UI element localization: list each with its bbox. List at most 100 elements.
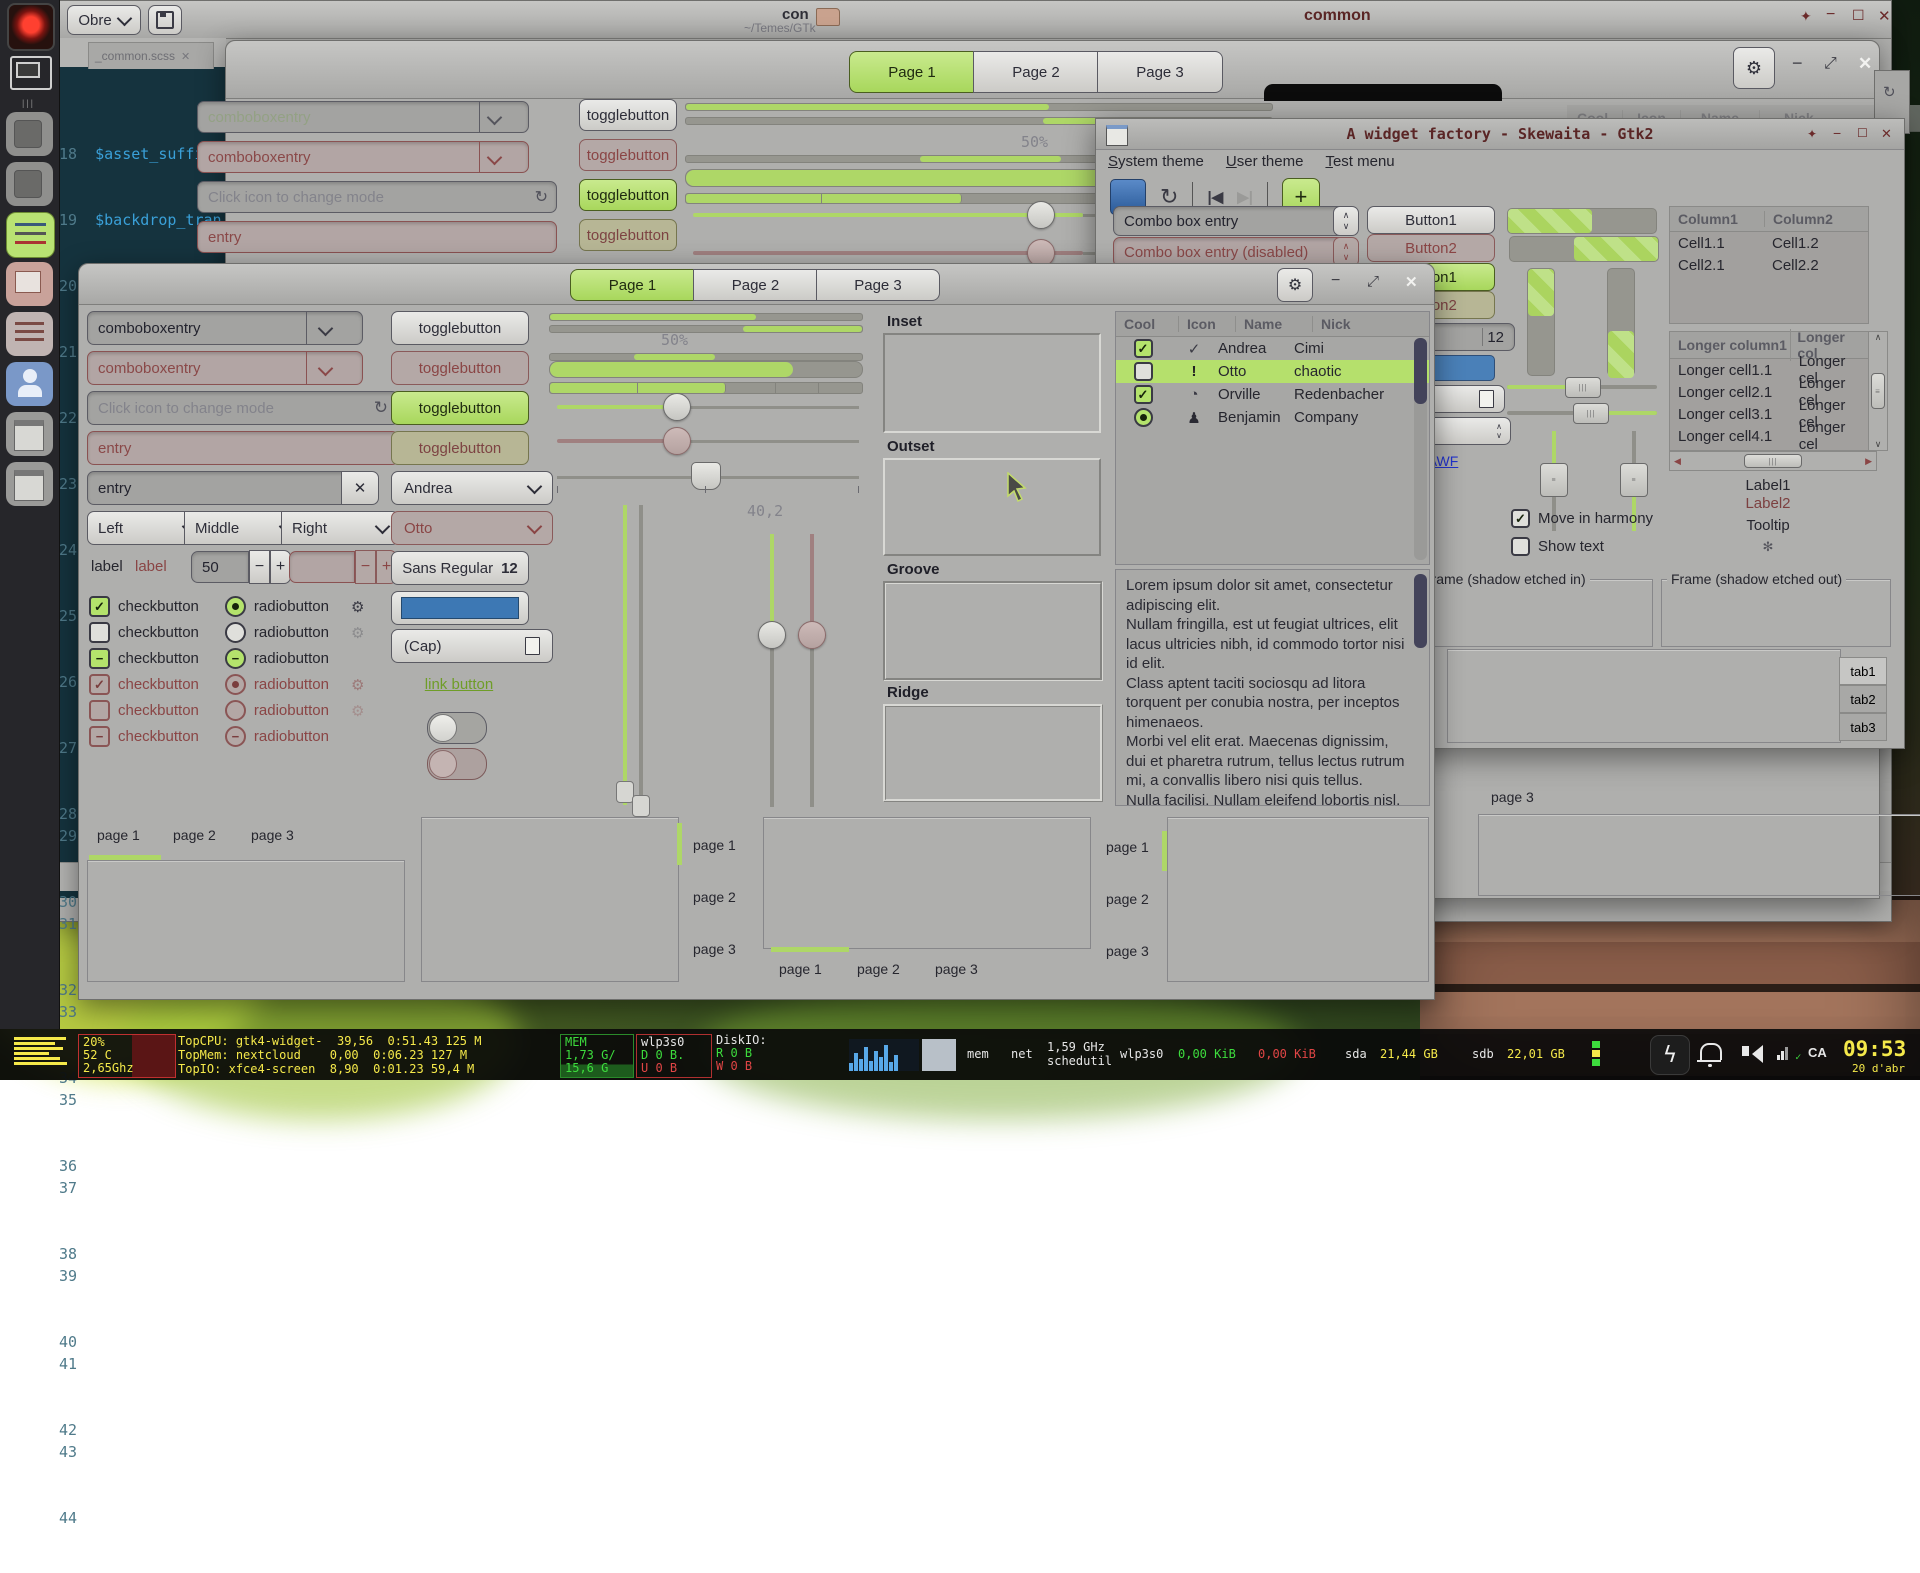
color-button[interactable] bbox=[391, 591, 529, 625]
tab-page1[interactable]: page 1 bbox=[693, 837, 736, 853]
tab-close-icon[interactable]: ✕ bbox=[181, 50, 190, 63]
togglebutton-active[interactable]: togglebutton bbox=[391, 391, 529, 425]
link-button[interactable]: link button bbox=[391, 676, 527, 693]
comboboxentry[interactable]: comboboxentry bbox=[87, 311, 363, 345]
bg-scale-knob[interactable] bbox=[1027, 201, 1055, 229]
tab-page2[interactable]: page 2 bbox=[1106, 891, 1149, 907]
tab-page3[interactable]: page 3 bbox=[251, 827, 294, 843]
mem-graph[interactable] bbox=[922, 1039, 956, 1071]
keyboard-layout[interactable]: CA bbox=[1808, 1045, 1827, 1060]
radiobutton-mixed[interactable]: − bbox=[225, 648, 246, 669]
refresh-icon[interactable]: ↻ bbox=[535, 187, 548, 207]
hal-eye-icon[interactable] bbox=[7, 3, 55, 51]
tree-row[interactable]: ♟ Benjamin Company bbox=[1116, 406, 1429, 429]
dock-list-icon[interactable] bbox=[6, 312, 53, 356]
scroll-down-icon[interactable]: ∨ bbox=[1875, 439, 1882, 450]
bg-gear-button[interactable]: ⚙ bbox=[1733, 47, 1775, 89]
cap-button[interactable]: (Cap) bbox=[391, 629, 553, 663]
gtk2-table2[interactable]: Longer column1Longer col Longer cell1.1L… bbox=[1669, 331, 1869, 451]
network-signal-icon[interactable]: ✓ bbox=[1777, 1047, 1801, 1063]
restore-icon[interactable]: ☐ bbox=[1852, 7, 1865, 24]
dock-handle[interactable]: ||| bbox=[22, 98, 35, 108]
tab-page3[interactable]: page 3 bbox=[935, 961, 978, 977]
front-tab-page2[interactable]: Page 2 bbox=[693, 269, 818, 301]
checkbox-checked-icon[interactable]: ✓ bbox=[1511, 509, 1530, 528]
bell-icon[interactable] bbox=[1700, 1043, 1722, 1060]
bg-close-icon[interactable]: ✕ bbox=[1858, 54, 1872, 74]
bg-tab-page2[interactable]: Page 2 bbox=[973, 51, 1099, 93]
dock-script-icon-2[interactable] bbox=[6, 162, 53, 206]
power-button[interactable]: ϟ bbox=[1650, 1035, 1690, 1075]
bg-maximize-icon[interactable]: ⤢ bbox=[1824, 55, 1837, 73]
gtk2-tab2[interactable]: tab2 bbox=[1839, 685, 1887, 713]
first-icon[interactable]: |◀ bbox=[1207, 188, 1223, 206]
gtk2-hslider1-handle[interactable]: ||| bbox=[1565, 377, 1601, 398]
net-label[interactable]: net bbox=[1011, 1047, 1033, 1061]
menu-user-theme[interactable]: User theme bbox=[1226, 153, 1304, 170]
textview[interactable]: Lorem ipsum dolor sit amet, consectetur … bbox=[1115, 569, 1430, 806]
tree-row[interactable]: ✓ ✓ Andrea Cimi bbox=[1116, 337, 1429, 360]
vscale-round2-knob[interactable] bbox=[798, 621, 826, 649]
scale-knob[interactable] bbox=[663, 393, 691, 421]
tab-page1[interactable]: page 1 bbox=[97, 827, 140, 843]
tab-page3[interactable]: page 3 bbox=[1106, 943, 1149, 959]
combo-andrea[interactable]: Andrea bbox=[391, 471, 553, 505]
switch-off[interactable] bbox=[427, 712, 487, 744]
tab-page1[interactable]: page 1 bbox=[1106, 839, 1149, 855]
save-button[interactable] bbox=[148, 5, 182, 35]
scale3-knob[interactable] bbox=[691, 462, 721, 490]
togglebutton[interactable]: togglebutton bbox=[391, 311, 529, 345]
gtk2-table2-hscrollbar[interactable]: ◀ ||| ▶ bbox=[1669, 451, 1877, 471]
front-maximize-icon[interactable]: ⤢ bbox=[1367, 273, 1379, 290]
volume-icon[interactable] bbox=[1742, 1045, 1763, 1063]
gtk2-restore-icon[interactable]: ☐ bbox=[1857, 126, 1868, 140]
vscale-round1-knob[interactable] bbox=[758, 621, 786, 649]
scroll-right-icon[interactable]: ▶ bbox=[1865, 456, 1872, 467]
clock[interactable]: 09:53 bbox=[1843, 1037, 1906, 1061]
gtk2-combo-arrows[interactable]: ∧∨ bbox=[1333, 206, 1359, 236]
scroll-left-icon[interactable]: ◀ bbox=[1674, 456, 1681, 467]
refresh-icon[interactable]: ↻ bbox=[374, 398, 388, 418]
dock-settings-icon-active[interactable] bbox=[6, 212, 55, 258]
bg-entry-icon-mode[interactable]: Click icon to change mode ↻ bbox=[197, 181, 557, 213]
vscale-thin-gray-handle[interactable] bbox=[632, 795, 650, 817]
scroll-thumb[interactable] bbox=[1414, 338, 1427, 404]
text-scroll-thumb[interactable] bbox=[1414, 574, 1427, 648]
scroll-thumb[interactable]: ≡ bbox=[1871, 373, 1885, 409]
bg-togglebutton-active[interactable]: togglebutton bbox=[579, 179, 677, 211]
checkbutton-checked[interactable]: ✓ bbox=[89, 596, 110, 617]
tab-page2[interactable]: page 2 bbox=[693, 889, 736, 905]
checkbox-unchecked-icon[interactable] bbox=[1511, 537, 1530, 556]
mem-label[interactable]: mem bbox=[967, 1047, 989, 1061]
tab-page2[interactable]: page 2 bbox=[857, 961, 900, 977]
tab-page2[interactable]: page 2 bbox=[173, 827, 216, 843]
gtk2-button1[interactable]: Button1 bbox=[1367, 206, 1495, 234]
dock-script-icon-1[interactable] bbox=[6, 112, 53, 156]
tree-row-selected[interactable]: ! Otto chaotic bbox=[1116, 360, 1429, 383]
dock-layers-icon[interactable] bbox=[6, 262, 53, 306]
radiobutton-checked[interactable] bbox=[225, 596, 246, 617]
bg-tab-page3[interactable]: Page 3 bbox=[1097, 51, 1223, 93]
front-gear-button[interactable]: ⚙ bbox=[1277, 268, 1313, 302]
gtk2-tab3[interactable]: tab3 bbox=[1839, 713, 1887, 741]
tree-row[interactable]: ✓ ◔ Orville Redenbacher bbox=[1116, 383, 1429, 406]
gtk2-table2-vscrollbar[interactable]: ∧ ≡ ∨ bbox=[1868, 331, 1888, 451]
font-button[interactable]: Sans Regular12 bbox=[391, 551, 529, 585]
gtk2-titlebar[interactable]: A widget factory - Skewaita - Gtk2 ✦ − ☐… bbox=[1096, 119, 1904, 150]
checkbutton-unchecked[interactable] bbox=[89, 622, 110, 643]
spin-plus[interactable]: + bbox=[270, 550, 291, 584]
gtk2-hslider2-handle[interactable]: ||| bbox=[1573, 403, 1609, 424]
gtk2-combo-entry[interactable]: Combo box entry bbox=[1113, 206, 1353, 236]
tab-page3[interactable]: page 3 bbox=[693, 941, 736, 957]
dock-window-icon-2[interactable] bbox=[6, 462, 53, 506]
bg-comboboxentry[interactable]: comboboxentry bbox=[197, 101, 529, 133]
bg-togglebutton[interactable]: togglebutton bbox=[579, 99, 677, 131]
checkbutton-mixed[interactable]: − bbox=[89, 648, 110, 669]
gear-icon[interactable]: ⚙ bbox=[351, 598, 364, 616]
entry-clearable[interactable]: entry bbox=[87, 471, 363, 505]
editor-tab[interactable]: _common.scss ✕ bbox=[88, 42, 214, 69]
front-minimize-icon[interactable]: − bbox=[1331, 272, 1340, 290]
gtk2-showtext-row[interactable]: Show text bbox=[1511, 537, 1604, 556]
gtk2-vslider2-handle[interactable]: ≡ bbox=[1620, 463, 1648, 497]
entry-icon-mode[interactable]: Click icon to change mode ↻ bbox=[87, 391, 399, 425]
